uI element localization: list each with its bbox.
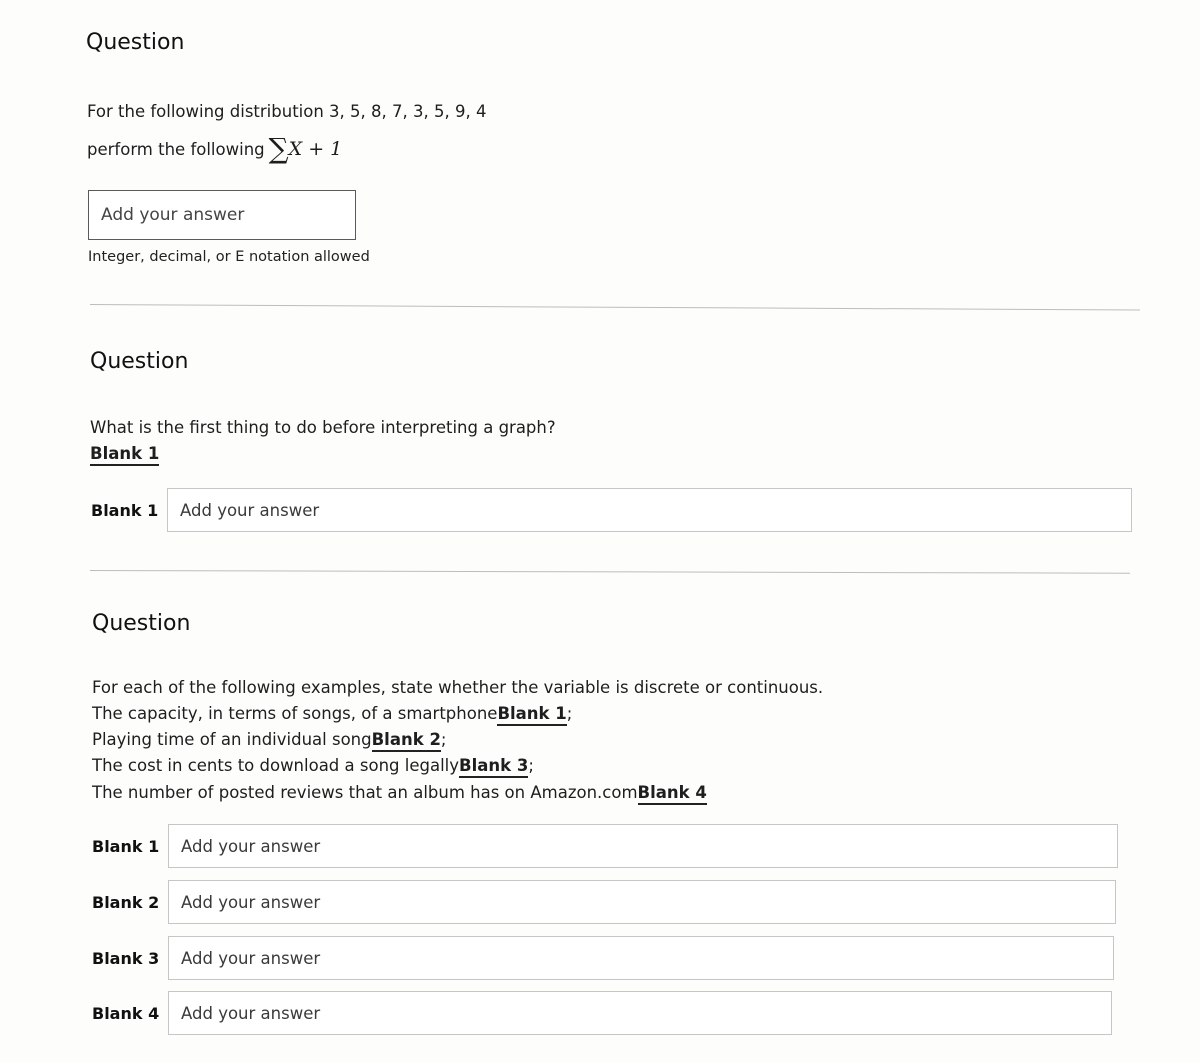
sigma-symbol-icon: ∑ xyxy=(268,132,289,165)
blank-label: Blank 1 xyxy=(92,836,160,856)
question-prompt-formula: perform the following ∑X + 1 xyxy=(87,132,342,165)
blank-label: Blank 4 xyxy=(92,1003,160,1023)
blank-4-input[interactable] xyxy=(168,991,1112,1035)
input-hint: Integer, decimal, or E notation allowed xyxy=(88,249,370,265)
example-text: The capacity, in terms of songs, of a sm… xyxy=(92,704,498,723)
item-suffix: ; xyxy=(528,756,534,775)
blank-ref: Blank 4 xyxy=(637,783,707,805)
question-title: Question xyxy=(86,30,185,55)
example-text: The number of posted reviews that an alb… xyxy=(92,783,638,802)
divider xyxy=(89,304,1140,311)
example-item: The capacity, in terms of songs, of a sm… xyxy=(92,704,573,726)
blank-ref-1: Blank 1 xyxy=(90,444,160,466)
blank-reference: Blank 1 xyxy=(90,444,160,466)
item-suffix: ; xyxy=(566,704,573,723)
example-item: The number of posted reviews that an alb… xyxy=(92,783,707,805)
blank-label: Blank 3 xyxy=(92,948,160,968)
example-item: Playing time of an individual songBlank … xyxy=(92,730,447,752)
question-prompt: What is the first thing to do before int… xyxy=(90,418,556,437)
blank-row: Blank 4 xyxy=(92,991,1112,1035)
blank-row: Blank 2 xyxy=(92,880,1116,924)
blank-ref: Blank 1 xyxy=(497,704,567,726)
question-title: Question xyxy=(90,349,189,374)
blank-ref: Blank 2 xyxy=(371,730,441,752)
question-prompt: For the following distribution 3, 5, 8, … xyxy=(87,102,487,121)
example-text: Playing time of an individual song xyxy=(92,730,372,749)
blank-1-input[interactable] xyxy=(167,488,1132,532)
blank-ref: Blank 3 xyxy=(459,756,529,778)
blank-3-input[interactable] xyxy=(168,936,1114,980)
formula-text: X + 1 xyxy=(288,138,343,160)
item-suffix: ; xyxy=(440,730,447,749)
blank-row: Blank 3 xyxy=(92,936,1114,980)
example-item: The cost in cents to download a song leg… xyxy=(92,756,534,778)
blank-label: Blank 2 xyxy=(92,892,160,912)
example-text: The cost in cents to download a song leg… xyxy=(92,756,460,775)
blank-row: Blank 1 xyxy=(91,488,1132,532)
prompt-text: perform the following xyxy=(87,140,265,159)
blank-2-input[interactable] xyxy=(168,880,1116,924)
numeric-answer-input[interactable] xyxy=(88,190,356,240)
divider xyxy=(89,570,1130,574)
blank-row: Blank 1 xyxy=(92,824,1118,868)
question-title: Question xyxy=(92,611,191,636)
blank-1-input[interactable] xyxy=(168,824,1118,868)
question-prompt: For each of the following examples, stat… xyxy=(92,678,824,697)
blank-label: Blank 1 xyxy=(91,500,159,520)
